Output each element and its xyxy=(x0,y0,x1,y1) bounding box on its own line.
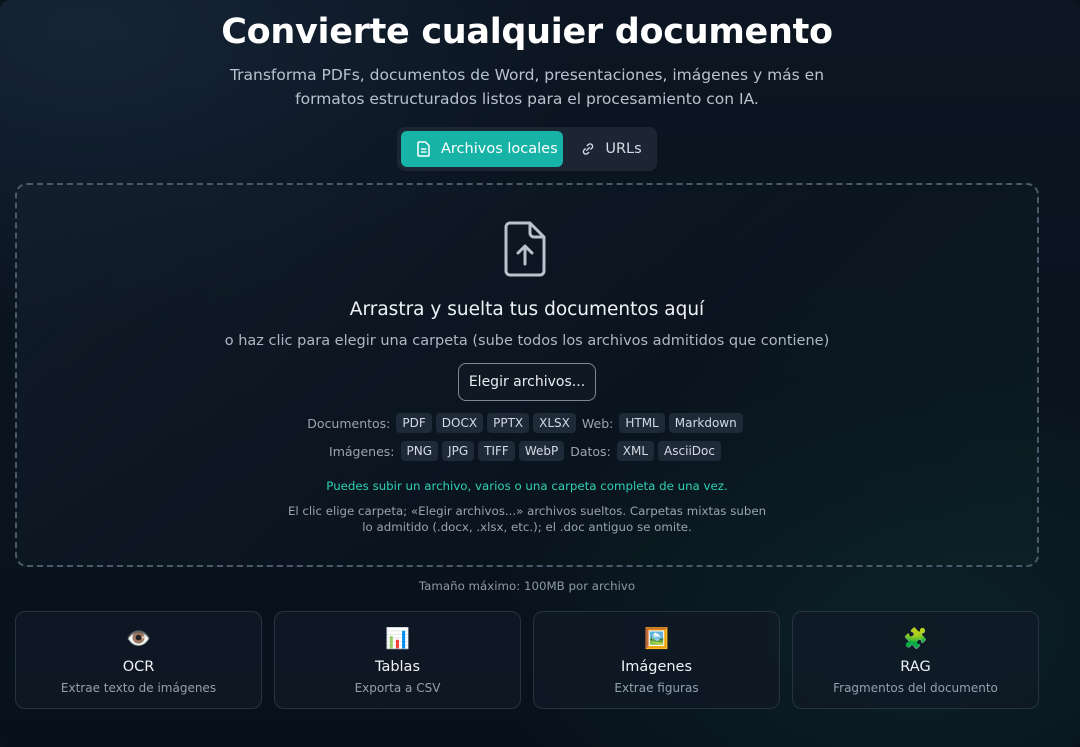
tab-urls[interactable]: URLs xyxy=(565,131,653,167)
tab-urls-label: URLs xyxy=(605,141,642,157)
feature-card-tables: 📊 Tablas Exporta a CSV xyxy=(274,611,521,709)
dropzone-heading: Arrastra y suelta tus documentos aquí xyxy=(349,299,705,320)
picture-icon: 🖼️ xyxy=(644,626,669,650)
format-badge-markdown: Markdown xyxy=(668,413,743,433)
feature-description: Exporta a CSV xyxy=(354,681,441,695)
feature-card-images: 🖼️ Imágenes Extrae figuras xyxy=(533,611,780,709)
feature-title: Imágenes xyxy=(620,659,693,675)
formats-row-2: Imágenes: PNG JPG TIFF WebP Datos: XML A… xyxy=(17,441,1037,461)
eye-icon: 👁️ xyxy=(126,626,151,650)
feature-title: Tablas xyxy=(374,659,420,675)
format-label-web: Web: xyxy=(581,415,614,431)
max-file-size: Tamaño máximo: 100MB por archivo xyxy=(418,579,636,593)
choose-files-button[interactable]: Elegir archivos... xyxy=(458,363,596,401)
feature-title: OCR xyxy=(122,659,155,675)
feature-card-rag: 🧩 RAG Fragmentos del documento xyxy=(792,611,1039,709)
feature-description: Extrae figuras xyxy=(614,681,699,695)
format-badge-docx: DOCX xyxy=(435,413,484,433)
format-badge-pptx: PPTX xyxy=(487,413,530,433)
upload-modes-note: Puedes subir un archivo, varios o una ca… xyxy=(326,479,728,493)
file-dropzone[interactable]: Arrastra y suelta tus documentos aquí o … xyxy=(15,183,1039,567)
feature-description: Fragmentos del documento xyxy=(833,681,998,695)
format-badge-webp: WebP xyxy=(518,441,565,461)
page-title: Convierte cualquier documento xyxy=(221,12,833,52)
bar-chart-icon: 📊 xyxy=(385,626,410,650)
format-badge-asciidoc: AsciiDoc xyxy=(658,441,721,461)
folder-behavior-note: El clic elige carpeta; «Elegir archivos.… xyxy=(287,504,767,534)
document-icon xyxy=(417,141,430,157)
format-badge-png: PNG xyxy=(400,441,439,461)
dropzone-subheading: o haz clic para elegir una carpeta (sube… xyxy=(224,333,830,349)
source-tabs: Archivos locales URLs xyxy=(397,127,657,171)
feature-description: Extrae texto de imágenes xyxy=(60,681,217,695)
format-badge-xlsx: XLSX xyxy=(533,413,576,433)
link-icon xyxy=(583,143,594,155)
format-label-documentos: Documentos: xyxy=(307,415,391,431)
format-badge-html: HTML xyxy=(619,413,665,433)
feature-card-ocr: 👁️ OCR Extrae texto de imágenes xyxy=(15,611,262,709)
file-upload-icon xyxy=(504,221,546,277)
tab-local-files-label: Archivos locales xyxy=(441,141,558,157)
page: Convierte cualquier documento Transforma… xyxy=(0,0,1080,747)
format-badge-xml: XML xyxy=(616,441,655,461)
format-label-imagenes: Imágenes: xyxy=(329,443,395,459)
page-subtitle: Transforma PDFs, documentos de Word, pre… xyxy=(229,66,825,108)
format-badge-tiff: TIFF xyxy=(478,441,515,461)
tab-local-files[interactable]: Archivos locales xyxy=(401,131,564,167)
puzzle-icon: 🧩 xyxy=(903,626,928,650)
feature-title: RAG xyxy=(900,659,931,675)
format-badge-jpg: JPG xyxy=(442,441,475,461)
format-label-datos: Datos: xyxy=(570,443,611,459)
formats-row-1: Documentos: PDF DOCX PPTX XLSX Web: HTML… xyxy=(17,413,1037,433)
format-badge-pdf: PDF xyxy=(396,413,432,433)
